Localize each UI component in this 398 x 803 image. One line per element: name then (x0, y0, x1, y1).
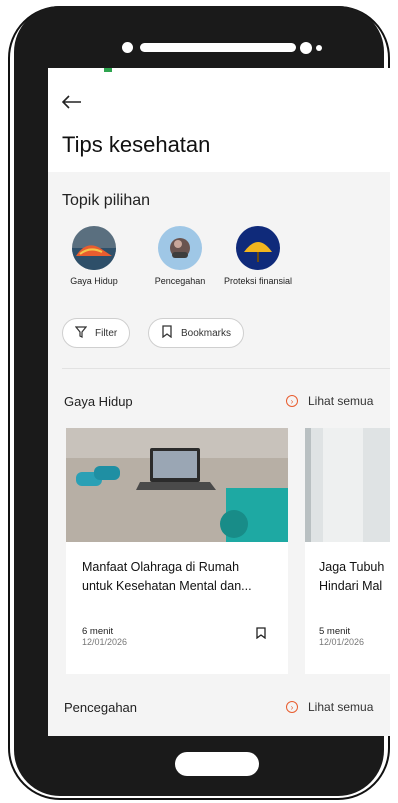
article-title-line-2: untuk Kesehatan Mental dan... (82, 579, 252, 593)
topic-pencegahan-label: Pencegahan (154, 276, 206, 286)
filter-button[interactable]: Filter (62, 318, 131, 348)
topic-proteksi-finansial-label: Proteksi finansial (223, 276, 293, 286)
topic-proteksi-finansial-image (236, 226, 280, 270)
chevron-right-icon: › (286, 395, 298, 407)
app-screen: Tips kesehatan Topik pilihan Gaya Hidup … (48, 68, 390, 736)
speaker-grille (140, 43, 296, 52)
bookmark-icon (161, 325, 173, 341)
see-all-pencegahan[interactable]: › Lihat semua (286, 700, 373, 714)
article-title: Jaga Tubuh Hindari Mal (319, 558, 384, 596)
article-image (305, 428, 390, 542)
section-title-gaya-hidup: Gaya Hidup (64, 394, 133, 409)
article-date: 12/01/2026 (82, 637, 128, 647)
chevron-right-icon: › (286, 701, 298, 713)
article-card[interactable]: Jaga Tubuh Hindari Mal 5 menit 12/01/202… (305, 428, 390, 674)
article-image (66, 428, 288, 542)
bookmarks-label: Bookmarks (181, 327, 232, 339)
article-title-line-1: Manfaat Olahraga di Rumah (82, 560, 240, 574)
article-title: Manfaat Olahraga di Rumah untuk Kesehata… (82, 558, 252, 596)
camera-icon (300, 42, 312, 54)
topics-label: Topik pilihan (62, 192, 151, 209)
topic-gaya-hidup-image (72, 226, 116, 270)
bookmarks-button[interactable]: Bookmarks (148, 318, 245, 348)
see-all-label: Lihat semua (308, 700, 374, 714)
article-duration: 5 menit (319, 626, 351, 637)
topic-gaya-hidup-label: Gaya Hidup (70, 276, 118, 286)
article-date: 12/01/2026 (319, 637, 365, 647)
home-button[interactable] (175, 752, 259, 776)
bookmark-icon[interactable] (256, 626, 266, 640)
sensor-dot (316, 45, 322, 51)
section-title-pencegahan: Pencegahan (64, 700, 138, 715)
article-card[interactable]: Manfaat Olahraga di Rumah untuk Kesehata… (66, 428, 288, 674)
article-duration: 6 menit (82, 626, 114, 637)
topic-pencegahan[interactable]: Pencegahan (140, 226, 220, 286)
article-title-line-2: Hindari Mal (319, 579, 383, 593)
topic-pencegahan-image (158, 226, 202, 270)
page-title: Tips kesehatan (62, 132, 211, 157)
article-title-line-1: Jaga Tubuh (319, 560, 385, 574)
sensor-dot (122, 42, 133, 53)
arrow-left-icon[interactable] (61, 92, 82, 115)
filter-label: Filter (95, 327, 118, 339)
see-all-gaya-hidup[interactable]: › Lihat semua (286, 394, 373, 408)
see-all-label: Lihat semua (308, 394, 374, 408)
section-divider (62, 368, 390, 369)
status-indicator (104, 68, 112, 72)
filter-icon (74, 325, 88, 341)
topic-gaya-hidup[interactable]: Gaya Hidup (54, 226, 134, 286)
topic-proteksi-finansial[interactable]: Proteksi finansial (218, 226, 298, 286)
app-header: Tips kesehatan (48, 68, 390, 172)
